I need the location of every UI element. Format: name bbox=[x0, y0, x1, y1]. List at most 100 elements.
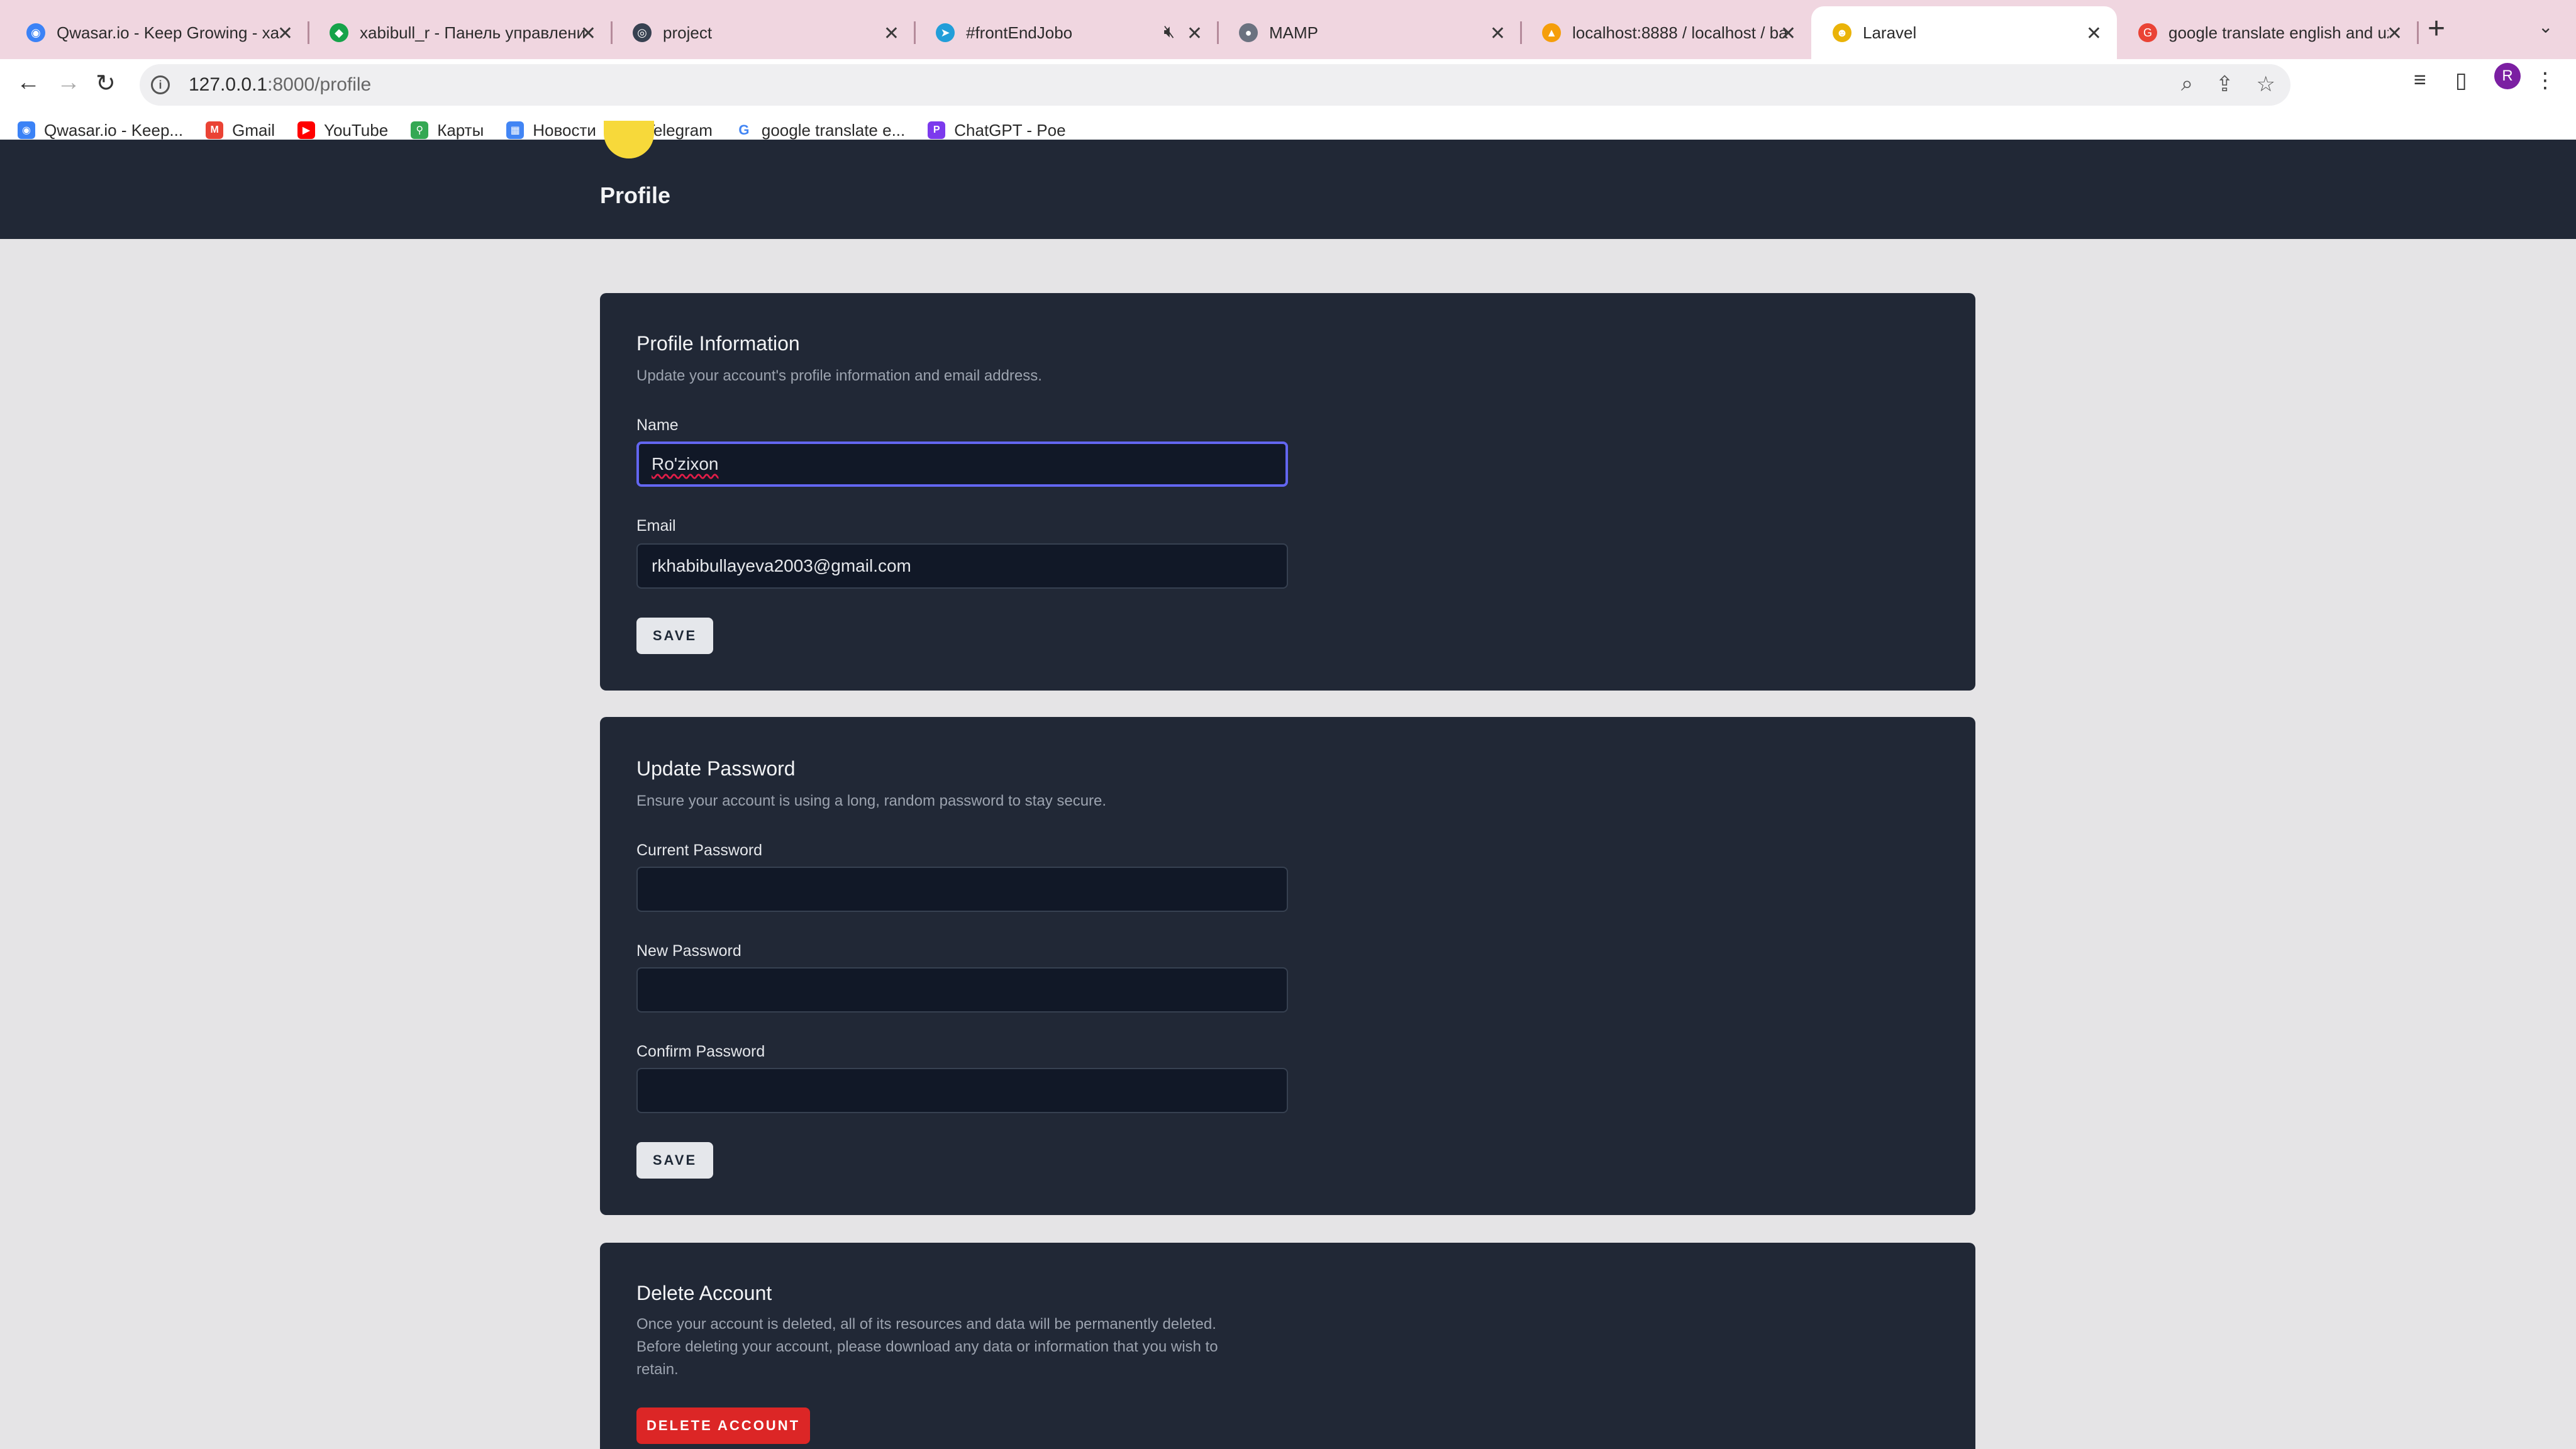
tab-google-translate[interactable]: G google translate english and uz ✕ bbox=[2117, 6, 2419, 59]
tab-phpmyadmin[interactable]: ▲ localhost:8888 / localhost / ba ✕ bbox=[1521, 6, 1811, 59]
gmail-icon: M bbox=[206, 121, 224, 139]
new-password-label: New Password bbox=[636, 942, 741, 960]
tab-qwasar[interactable]: ◉ Qwasar.io - Keep Growing - xa ✕ bbox=[5, 6, 309, 59]
tab-title: localhost:8888 / localhost / ba bbox=[1572, 23, 1788, 42]
bookmark-news[interactable]: ▦ Новости bbox=[506, 121, 596, 140]
laravel-icon: ☻ bbox=[1833, 23, 1852, 42]
tab-strip: ◉ Qwasar.io - Keep Growing - xa ✕ ◆ xabi… bbox=[0, 0, 2576, 59]
page-header: Profile bbox=[0, 121, 2576, 239]
maps-icon: ⚲ bbox=[411, 121, 429, 139]
delete-account-button[interactable]: DELETE ACCOUNT bbox=[636, 1407, 810, 1444]
bookmark-youtube[interactable]: ▶ YouTube bbox=[297, 121, 388, 140]
app-logo[interactable] bbox=[604, 121, 654, 158]
close-icon[interactable]: ✕ bbox=[2387, 23, 2402, 45]
close-icon[interactable]: ✕ bbox=[580, 23, 596, 45]
card-description: Update your account's profile informatio… bbox=[636, 367, 1042, 384]
card-description-line: Before deleting your account, please dow… bbox=[636, 1338, 1218, 1355]
telegram-icon: ➤ bbox=[936, 23, 955, 42]
page-content: Profile Profile Information Update your … bbox=[0, 121, 2576, 1449]
card-heading: Update Password bbox=[636, 757, 796, 780]
google-icon: G bbox=[735, 121, 753, 139]
youtube-icon: ▶ bbox=[297, 121, 316, 139]
info-icon[interactable]: i bbox=[151, 75, 170, 94]
tab-title: xabibull_r - Панель управлени bbox=[360, 23, 586, 42]
close-icon[interactable]: ✕ bbox=[884, 23, 899, 45]
address-bar[interactable]: i 127.0.0.1:8000/profile ⌕ ⇪ ☆ bbox=[140, 64, 2290, 106]
tab-title: google translate english and uz bbox=[2168, 23, 2389, 42]
url-path: :8000/profile bbox=[267, 74, 372, 95]
panel-icon: ◆ bbox=[330, 23, 348, 42]
side-panel-icon[interactable]: ▯ bbox=[2455, 68, 2467, 93]
browser-toolbar: ← → ↻ i 127.0.0.1:8000/profile ⌕ ⇪ ☆ ≡ ▯… bbox=[0, 59, 2576, 150]
globe-icon: ◎ bbox=[633, 23, 652, 42]
url-host: 127.0.0.1 bbox=[189, 74, 268, 95]
email-value: rkhabibullayeva2003@gmail.com bbox=[652, 556, 911, 575]
menu-icon[interactable]: ⋮ bbox=[2534, 68, 2556, 93]
new-password-field[interactable] bbox=[636, 967, 1288, 1013]
tab-mamp[interactable]: ● MAMP ✕ bbox=[1218, 6, 1522, 59]
bookmark-label: Gmail bbox=[232, 120, 275, 140]
bookmark-qwasar[interactable]: ◉ Qwasar.io - Keep... bbox=[18, 121, 183, 140]
poe-icon: P bbox=[928, 121, 946, 139]
bookmark-label: Новости bbox=[533, 120, 596, 140]
tab-title: Laravel bbox=[1863, 23, 1917, 42]
confirm-password-field[interactable] bbox=[636, 1068, 1288, 1113]
name-value: Ro'zixon bbox=[652, 454, 719, 474]
name-label: Name bbox=[636, 416, 679, 434]
email-field[interactable]: rkhabibullayeva2003@gmail.com bbox=[636, 543, 1288, 589]
email-label: Email bbox=[636, 517, 676, 535]
page-title: Profile bbox=[600, 182, 671, 208]
name-field[interactable]: Ro'zixon bbox=[636, 441, 1288, 487]
mute-icon[interactable]: 🔇︎ bbox=[1163, 21, 1175, 42]
github-icon: ● bbox=[1239, 23, 1258, 42]
bookmark-gmail[interactable]: M Gmail bbox=[206, 121, 275, 140]
close-icon[interactable]: ✕ bbox=[1780, 23, 1796, 45]
qwasar-icon: ◉ bbox=[18, 121, 35, 139]
phpmyadmin-icon: ▲ bbox=[1542, 23, 1561, 42]
confirm-password-label: Confirm Password bbox=[636, 1043, 765, 1060]
avatar[interactable]: R bbox=[2494, 63, 2521, 89]
close-icon[interactable]: ✕ bbox=[277, 23, 293, 45]
close-icon[interactable]: ✕ bbox=[1490, 23, 1506, 45]
tab-telegram[interactable]: ➤ #frontEndJobo 🔇︎ ✕ bbox=[914, 6, 1219, 59]
bookmark-label: google translate e... bbox=[761, 120, 906, 140]
bookmark-maps[interactable]: ⚲ Карты bbox=[411, 121, 484, 140]
bookmark-label: YouTube bbox=[324, 120, 389, 140]
forward-button[interactable]: → bbox=[57, 69, 80, 96]
zoom-icon[interactable]: ⌕ bbox=[2181, 72, 2193, 97]
delete-account-card: Delete Account Once your account is dele… bbox=[600, 1243, 1975, 1449]
reload-button[interactable]: ↻ bbox=[96, 69, 116, 97]
close-icon[interactable]: ✕ bbox=[2086, 23, 2102, 45]
save-profile-button[interactable]: SAVE bbox=[636, 618, 713, 654]
tab-project[interactable]: ◎ project ✕ bbox=[611, 6, 916, 59]
chevron-down-icon[interactable]: ⌄ bbox=[2538, 16, 2553, 37]
update-password-card: Update Password Ensure your account is u… bbox=[600, 717, 1975, 1215]
new-tab-button[interactable]: + bbox=[2428, 11, 2445, 46]
qwasar-icon: ◉ bbox=[26, 23, 45, 42]
back-button[interactable]: ← bbox=[16, 69, 40, 96]
tab-laravel[interactable]: ☻ Laravel ✕ bbox=[1811, 6, 2117, 59]
profile-information-card: Profile Information Update your account'… bbox=[600, 293, 1975, 691]
bookmark-label: Qwasar.io - Keep... bbox=[44, 120, 184, 140]
card-heading: Profile Information bbox=[636, 332, 800, 355]
bookmark-poe[interactable]: P ChatGPT - Poe bbox=[928, 121, 1066, 140]
current-password-label: Current Password bbox=[636, 841, 763, 859]
tab-separator bbox=[2417, 21, 2419, 44]
tab-panel[interactable]: ◆ xabibull_r - Панель управлени ✕ bbox=[308, 6, 613, 59]
bookmark-label: Telegram bbox=[645, 120, 713, 140]
news-icon: ▦ bbox=[506, 121, 525, 139]
google-icon: G bbox=[2138, 23, 2157, 42]
save-password-button[interactable]: SAVE bbox=[636, 1142, 713, 1179]
bookmark-google-translate[interactable]: G google translate e... bbox=[735, 121, 905, 140]
share-icon[interactable]: ⇪ bbox=[2216, 72, 2234, 97]
bookmark-star-icon[interactable]: ☆ bbox=[2257, 72, 2275, 97]
card-heading: Delete Account bbox=[636, 1282, 772, 1304]
media-control-icon[interactable]: ≡ bbox=[2414, 68, 2426, 92]
card-description-line: retain. bbox=[636, 1361, 679, 1378]
url-text[interactable]: 127.0.0.1:8000/profile bbox=[189, 74, 371, 96]
card-description: Ensure your account is using a long, ran… bbox=[636, 792, 1107, 809]
close-icon[interactable]: ✕ bbox=[1187, 23, 1202, 45]
tab-title: Qwasar.io - Keep Growing - xa bbox=[57, 23, 280, 42]
current-password-field[interactable] bbox=[636, 867, 1288, 912]
bookmark-label: Карты bbox=[437, 120, 484, 140]
